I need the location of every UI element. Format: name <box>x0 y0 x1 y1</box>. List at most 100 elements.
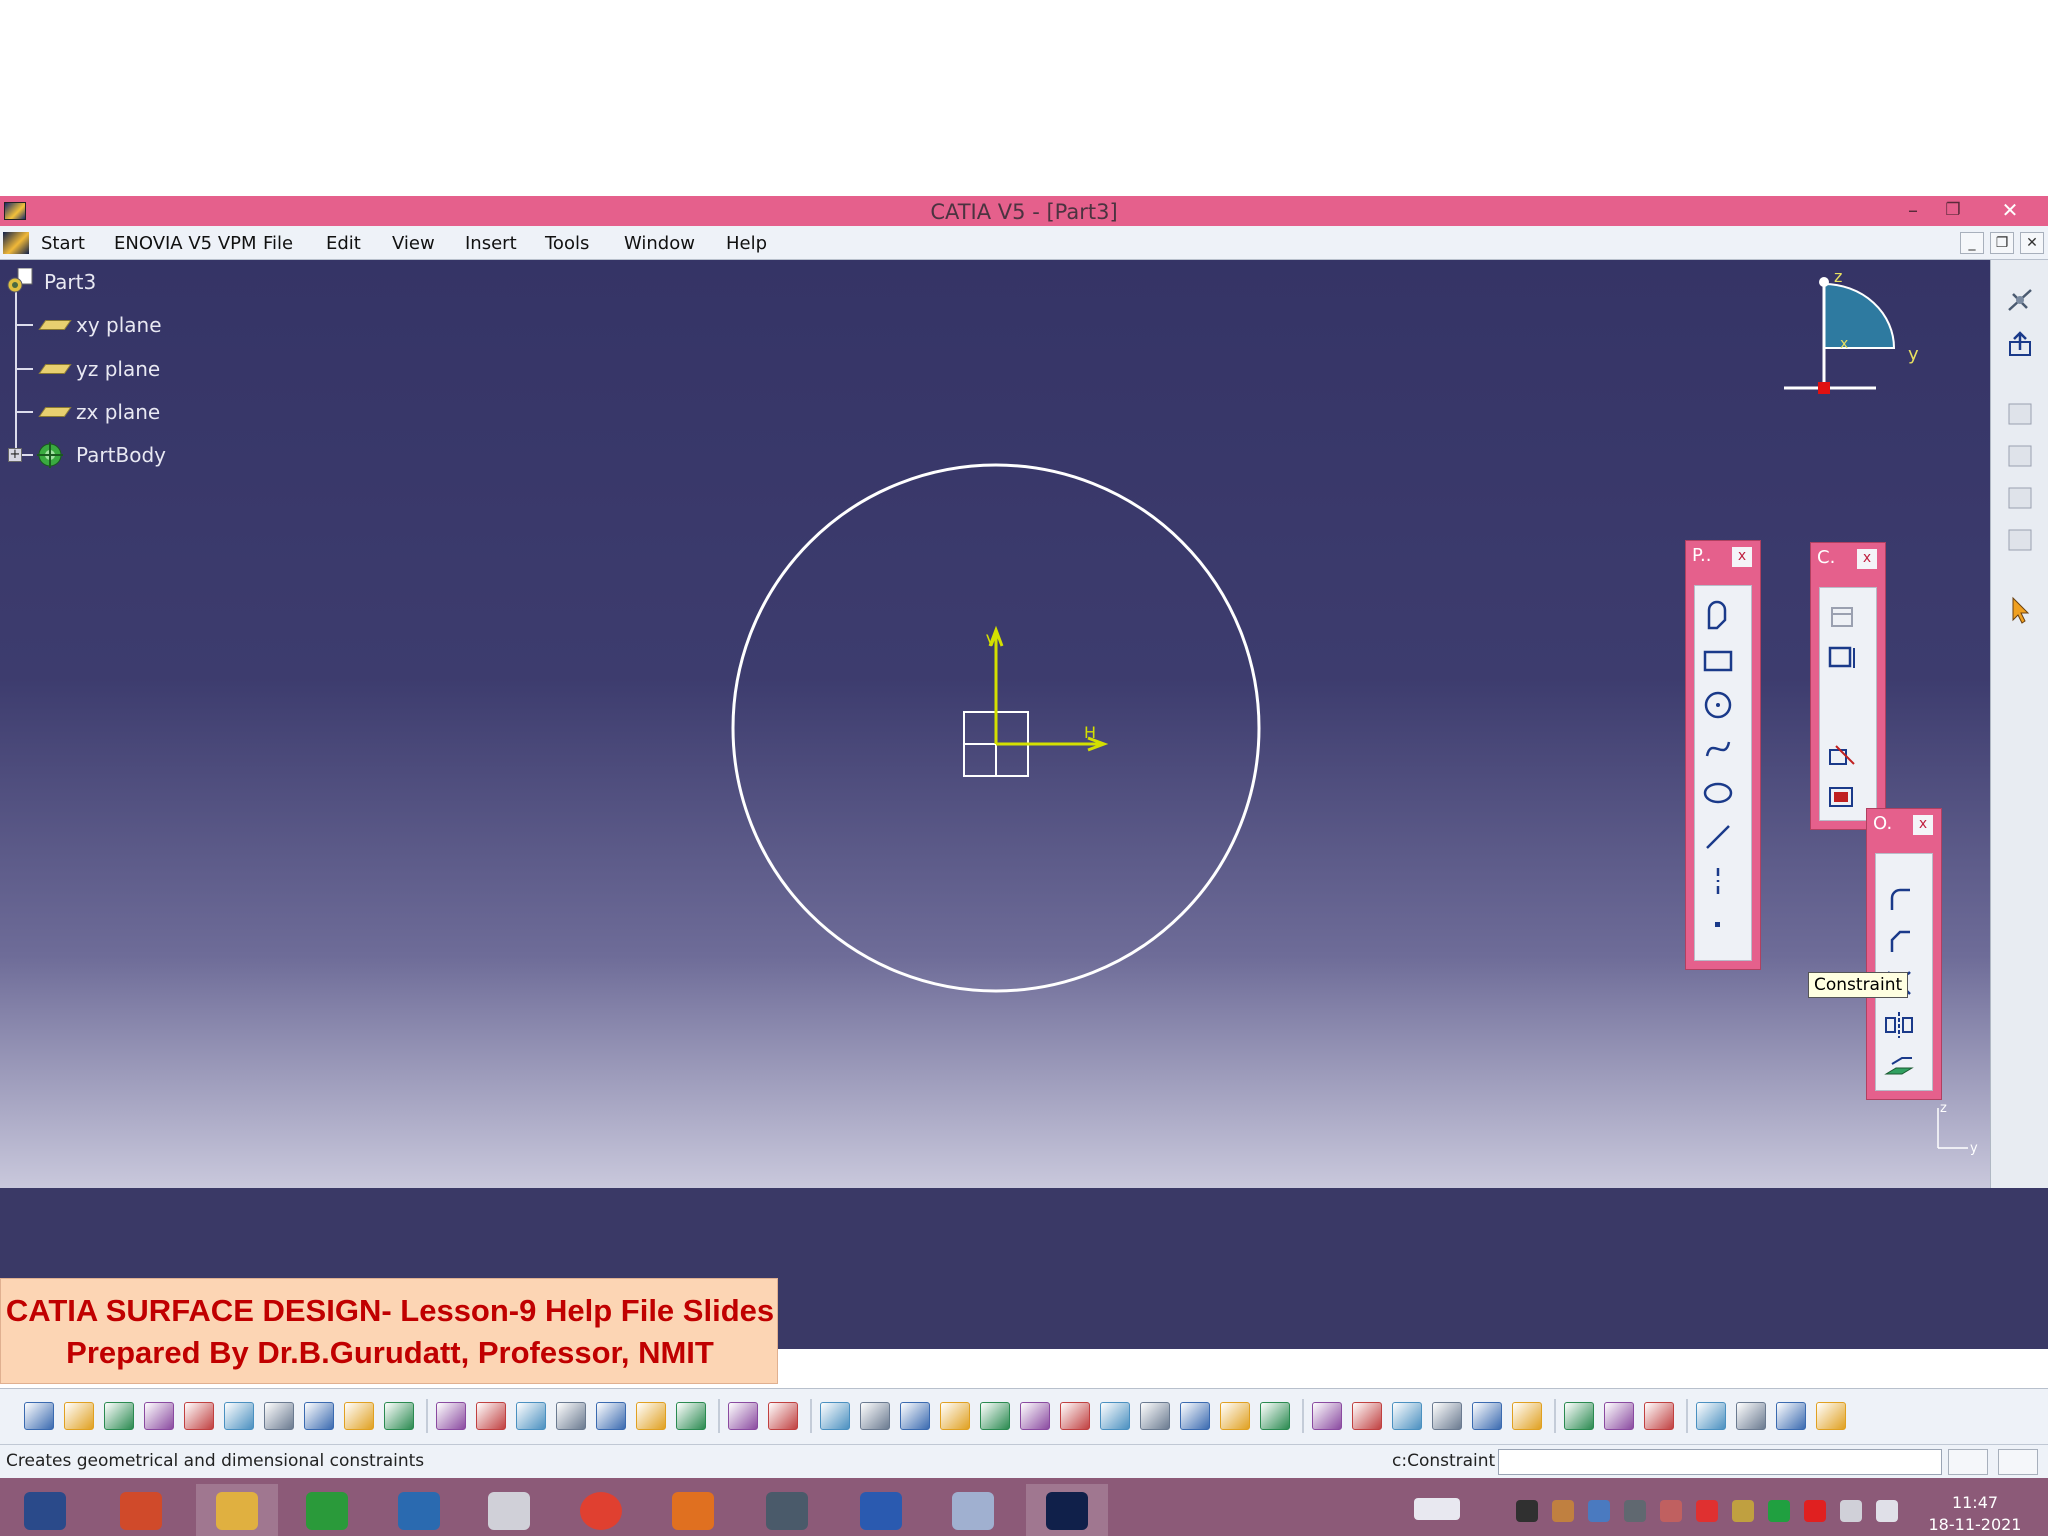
open-icon[interactable] <box>64 1402 94 1430</box>
grid-icon[interactable] <box>676 1402 706 1430</box>
menu-enovia[interactable]: ENOVIA V5 VPM <box>114 233 257 254</box>
power-input-button[interactable] <box>1998 1449 2038 1475</box>
signal-icon[interactable] <box>1876 1500 1898 1522</box>
tree-root-part3[interactable]: Part3 <box>44 270 96 294</box>
mirror-icon[interactable] <box>1882 1008 1916 1042</box>
normal-view-icon[interactable] <box>1060 1402 1090 1430</box>
catalog-icon[interactable] <box>2005 484 2035 512</box>
constraint-toolbar-close-button[interactable]: x <box>1857 549 1877 569</box>
menu-file[interactable]: File <box>263 233 293 254</box>
lock-icon[interactable] <box>636 1402 666 1430</box>
fix-together-icon[interactable] <box>1826 738 1860 772</box>
whats-this-icon[interactable] <box>384 1402 414 1430</box>
comment-icon[interactable] <box>476 1402 506 1430</box>
undo-icon[interactable] <box>304 1402 334 1430</box>
3d-viewport[interactable]: Part3 xy plane yz plane zx plane + PartB… <box>0 260 1990 1188</box>
grid-snap-icon[interactable] <box>1352 1402 1382 1430</box>
document-icon[interactable] <box>3 232 29 254</box>
media-icon[interactable] <box>1732 1500 1754 1522</box>
fit-all-icon[interactable] <box>860 1402 890 1430</box>
close-button[interactable]: ✕ <box>1980 196 2040 226</box>
monitor-icon[interactable] <box>1624 1500 1646 1522</box>
circle-icon[interactable] <box>1701 688 1735 722</box>
volume-icon[interactable] <box>1660 1500 1682 1522</box>
constraint-icon[interactable] <box>1826 642 1860 676</box>
cut-icon[interactable] <box>184 1402 214 1430</box>
tree-item-yz-plane[interactable]: yz plane <box>76 357 160 381</box>
hide-show-icon[interactable] <box>1220 1402 1250 1430</box>
lowlight-icon[interactable] <box>1604 1402 1634 1430</box>
catia-logo-icon[interactable] <box>1816 1402 1846 1430</box>
select-arrow-icon[interactable] <box>2005 596 2035 624</box>
taskbar-app[interactable] <box>1026 1484 1108 1536</box>
menu-help[interactable]: Help <box>726 233 767 254</box>
axis-icon[interactable] <box>1701 864 1735 898</box>
taskbar-app[interactable] <box>746 1484 828 1536</box>
auto-constraint-icon[interactable] <box>1826 780 1860 814</box>
rotate-icon[interactable] <box>940 1402 970 1430</box>
compass[interactable]: z y x <box>1760 264 1930 414</box>
line-icon[interactable] <box>1701 820 1735 854</box>
restore-button[interactable]: ❐ <box>1930 196 1976 226</box>
operation-toolbar[interactable]: O. x <box>1866 808 1942 1100</box>
transform-2-icon[interactable] <box>1736 1402 1766 1430</box>
print-icon[interactable] <box>144 1402 174 1430</box>
cut-part-icon[interactable] <box>1564 1402 1594 1430</box>
mdi-restore-button[interactable]: ❐ <box>1990 232 2014 254</box>
multi-view-icon[interactable] <box>1100 1402 1130 1430</box>
measure-icon[interactable] <box>728 1402 758 1430</box>
taskbar-app[interactable] <box>468 1484 550 1536</box>
keyboard-icon[interactable] <box>1414 1498 1460 1520</box>
mdi-close-button[interactable]: ✕ <box>2020 232 2044 254</box>
construction-icon[interactable] <box>1392 1402 1422 1430</box>
swap-visible-icon[interactable] <box>1260 1402 1290 1430</box>
constraint-dialog-icon[interactable] <box>1826 600 1860 634</box>
exit-workbench-icon[interactable] <box>2005 330 2035 358</box>
antivirus-icon[interactable] <box>1696 1500 1718 1522</box>
corner-icon[interactable] <box>1882 882 1916 916</box>
menu-window[interactable]: Window <box>624 233 695 254</box>
visualization-icon[interactable] <box>1512 1402 1542 1430</box>
sketch-geometry[interactable]: V H <box>700 440 1300 1000</box>
profile-toolbar-close-button[interactable]: x <box>1732 547 1752 567</box>
transform-3-icon[interactable] <box>1776 1402 1806 1430</box>
menu-start[interactable]: Start <box>41 233 85 254</box>
copy-icon[interactable] <box>224 1402 254 1430</box>
zoom-out-icon[interactable] <box>1020 1402 1050 1430</box>
network-share-icon[interactable] <box>1552 1500 1574 1522</box>
paste-icon[interactable] <box>264 1402 294 1430</box>
display-icon[interactable] <box>1588 1500 1610 1522</box>
menu-insert[interactable]: Insert <box>465 233 517 254</box>
taskbar-app[interactable] <box>560 1484 642 1536</box>
sketch-icon[interactable] <box>2005 286 2035 314</box>
system-clock[interactable]: 11:47 18-11-2021 <box>1920 1492 2030 1536</box>
rectangle-icon[interactable] <box>1701 644 1735 678</box>
catalog-icon[interactable] <box>2005 526 2035 554</box>
zoom-in-icon[interactable] <box>980 1402 1010 1430</box>
taskbar-app[interactable] <box>196 1484 278 1536</box>
project-3d-icon[interactable] <box>1882 1050 1916 1084</box>
profile-icon[interactable] <box>1701 600 1735 634</box>
q-app-icon[interactable] <box>1768 1500 1790 1522</box>
dimensional-constraints-icon[interactable] <box>1472 1402 1502 1430</box>
command-input[interactable] <box>1498 1449 1942 1475</box>
point-icon[interactable] <box>1701 908 1735 942</box>
operation-toolbar-close-button[interactable]: x <box>1913 815 1933 835</box>
transform-1-icon[interactable] <box>1696 1402 1726 1430</box>
new-icon[interactable] <box>24 1402 54 1430</box>
tree-item-xy-plane[interactable]: xy plane <box>76 313 162 337</box>
menu-view[interactable]: View <box>392 233 435 254</box>
tree-item-partbody[interactable]: PartBody <box>76 443 166 467</box>
redo-icon[interactable] <box>344 1402 374 1430</box>
menu-tools[interactable]: Tools <box>545 233 589 254</box>
isometric-view-icon[interactable] <box>1140 1402 1170 1430</box>
geometric-constraints-icon[interactable] <box>1432 1402 1462 1430</box>
properties-icon[interactable] <box>768 1402 798 1430</box>
menu-edit[interactable]: Edit <box>326 233 361 254</box>
constraint-toolbar[interactable]: C. x <box>1810 542 1886 830</box>
knowledge-icon[interactable] <box>516 1402 546 1430</box>
taskbar-app[interactable] <box>100 1484 182 1536</box>
taskbar-app[interactable] <box>652 1484 734 1536</box>
catalog-icon[interactable] <box>2005 442 2035 470</box>
profile-toolbar[interactable]: P.. x <box>1685 540 1761 970</box>
